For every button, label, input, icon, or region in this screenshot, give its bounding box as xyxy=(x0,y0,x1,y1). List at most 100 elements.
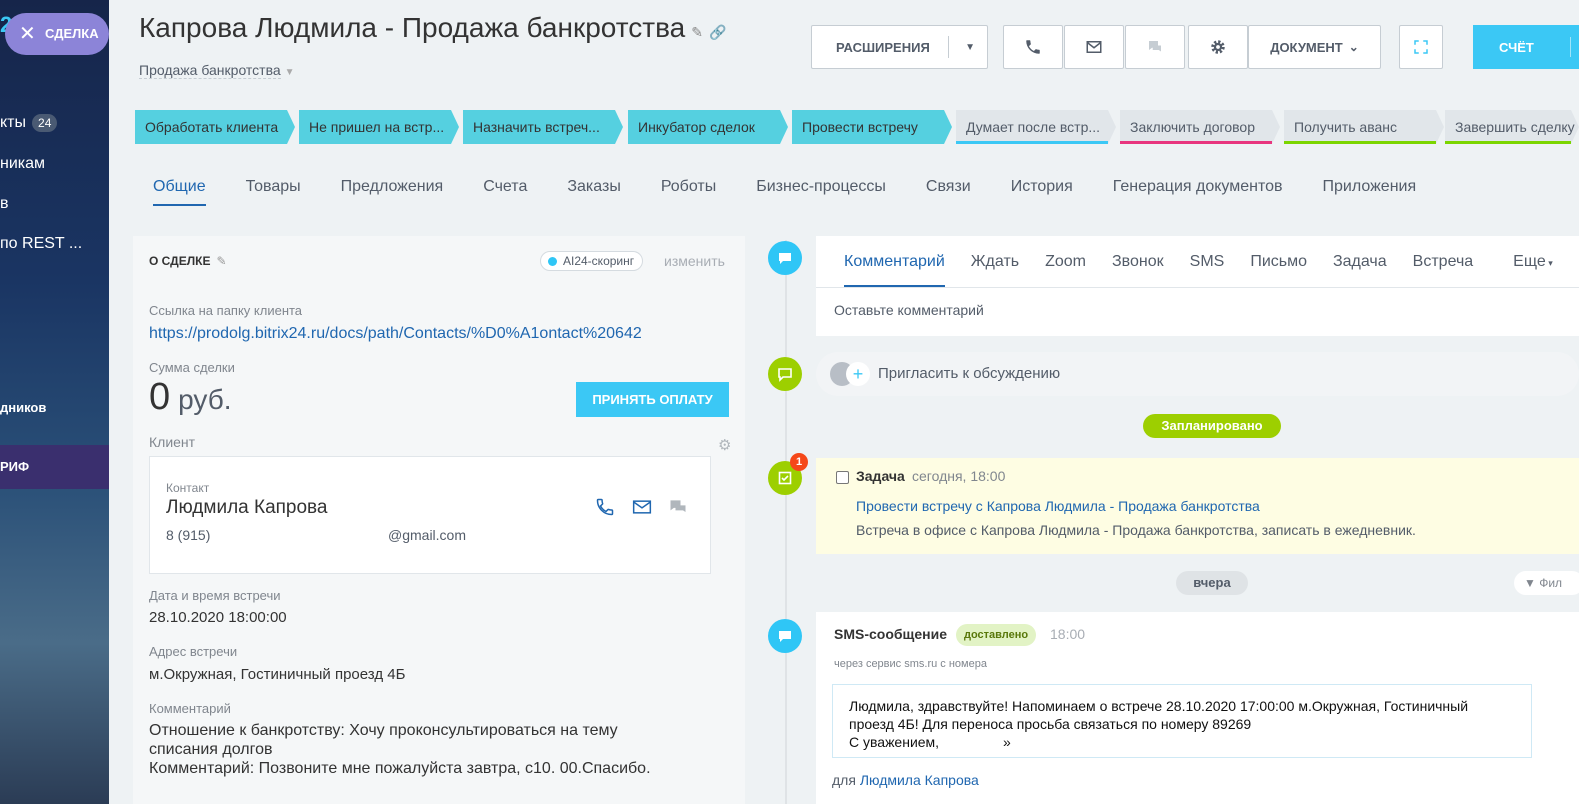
editor-tab-meeting[interactable]: Встреча xyxy=(1413,253,1474,287)
filter-icon: ▼ xyxy=(1524,576,1540,590)
stage-item[interactable]: Заключить договор xyxy=(1120,110,1280,144)
timeline-editor: Комментарий Ждать Zoom Звонок SMS Письмо… xyxy=(816,236,1579,336)
nav-item-3[interactable]: в xyxy=(0,195,9,213)
stage-item[interactable]: Завершить сделку xyxy=(1445,110,1579,144)
chat-button[interactable] xyxy=(1125,25,1185,69)
tab-apps[interactable]: Приложения xyxy=(1323,178,1417,206)
stage-label: Завершить сделку xyxy=(1455,119,1575,135)
sms-recipient: для Людмила Капрова xyxy=(832,772,979,788)
invite-to-discussion[interactable]: + Пригласить к обсуждению xyxy=(816,352,1579,396)
tab-offers[interactable]: Предложения xyxy=(341,178,444,206)
editor-tab-email[interactable]: Письмо xyxy=(1250,253,1307,287)
editor-tab-call[interactable]: Звонок xyxy=(1112,253,1164,287)
close-icon[interactable]: ✕ xyxy=(19,13,36,55)
address-label: Адрес встречи xyxy=(149,644,238,659)
extensions-button[interactable]: РАСШИРЕНИЯ ▼ xyxy=(811,25,988,69)
edit-pencil-icon[interactable]: ✎ xyxy=(216,254,226,268)
tab-history[interactable]: История xyxy=(1011,178,1073,206)
ai-badge-label: AI24-скоринг xyxy=(563,254,635,268)
stage-label: Инкубатор сделок xyxy=(638,119,755,135)
nav-item-2[interactable]: никам xyxy=(0,155,45,173)
stage-item[interactable]: Обработать клиента xyxy=(135,110,295,144)
task-checkbox[interactable] xyxy=(836,471,849,484)
stage-item[interactable]: Получить аванс xyxy=(1284,110,1444,144)
phone-icon[interactable] xyxy=(594,497,616,517)
deal-close-pill[interactable]: ✕ СДЕЛКА xyxy=(5,13,109,55)
divider xyxy=(816,287,1579,288)
gear-icon[interactable]: ⚙ xyxy=(718,436,731,454)
document-button[interactable]: ДОКУМЕНТ ⌄ xyxy=(1248,25,1381,69)
main-area: Капрова Людмила - Продажа банкротства ✎ 🔗 … xyxy=(109,0,1579,804)
sum-currency: руб. xyxy=(178,384,232,415)
address-value: м.Окружная, Гостиничный проезд 4Б xyxy=(149,666,406,683)
ai-scoring-badge[interactable]: AI24-скоринг xyxy=(540,251,644,271)
sms-time: 18:00 xyxy=(1050,626,1086,642)
stage-label: Провести встречу xyxy=(802,119,918,135)
task-time: сегодня, 18:00 xyxy=(912,468,1006,484)
stage-item[interactable]: Инкубатор сделок xyxy=(628,110,788,144)
nav-item-badge: 24 xyxy=(32,114,58,132)
nav-item-rest[interactable]: по REST ... xyxy=(0,235,82,253)
deal-pill-label: СДЕЛКА xyxy=(45,26,99,41)
contact-email[interactable]: @gmail.com xyxy=(388,527,466,543)
client-contact-box: Контакт Людмила Капрова 8 (915) @gmail.c… xyxy=(149,456,711,574)
tab-links[interactable]: Связи xyxy=(926,178,971,206)
deal-sum: 0 руб. xyxy=(149,376,232,419)
comment-circle-icon xyxy=(768,241,802,275)
task-item: Задача сегодня, 18:00 Провести встречу с… xyxy=(816,458,1579,554)
task-link[interactable]: Провести встречу с Капрова Людмила - Про… xyxy=(856,498,1260,514)
editor-tab-zoom[interactable]: Zoom xyxy=(1045,253,1086,287)
settings-button[interactable] xyxy=(1188,25,1248,69)
client-label: Клиент xyxy=(149,434,196,450)
planned-badge: Запланировано xyxy=(1143,414,1281,438)
nav-item-contacts[interactable]: кты 24 xyxy=(0,114,58,132)
editor-tab-more[interactable]: Еще ▾ xyxy=(1513,253,1553,287)
task-description: Встреча в офисе с Капрова Людмила - Прод… xyxy=(856,522,1416,538)
comment-line-2: списания долгов xyxy=(149,741,273,758)
caret-down-icon[interactable]: ▼ xyxy=(965,42,975,53)
fullscreen-button[interactable] xyxy=(1399,25,1443,69)
chat-icon[interactable] xyxy=(667,497,689,517)
mail-icon[interactable] xyxy=(631,497,653,517)
pipeline-selector[interactable]: Продажа банкротства ▼ xyxy=(139,62,295,79)
accept-payment-button[interactable]: ПРИНЯТЬ ОПЛАТУ xyxy=(576,382,729,417)
contact-phone[interactable]: 8 (915) xyxy=(166,527,210,543)
section-title: О СДЕЛКЕ ✎ xyxy=(149,254,227,268)
editor-tab-wait[interactable]: Ждать xyxy=(971,253,1019,287)
sms-message-box: Людмила, здравствуйте! Напоминаем о встр… xyxy=(832,684,1532,758)
section-title-text: О СДЕЛКЕ xyxy=(149,254,211,268)
edit-pencil-icon[interactable]: ✎ xyxy=(691,24,703,40)
link-icon[interactable]: 🔗 xyxy=(709,24,726,40)
stage-label: Не пришел на встр... xyxy=(309,119,445,135)
stage-item[interactable]: Назначить встреч... xyxy=(463,110,623,144)
tab-business-processes[interactable]: Бизнес-процессы xyxy=(756,178,886,206)
tariff-item[interactable]: РИФ xyxy=(0,445,109,489)
tab-general[interactable]: Общие xyxy=(153,178,206,206)
sms-circle-icon xyxy=(768,619,802,653)
email-button[interactable] xyxy=(1064,25,1124,69)
tab-products[interactable]: Товары xyxy=(246,178,301,206)
deal-info-card: О СДЕЛКЕ ✎ AI24-скоринг изменить Ссылка н… xyxy=(133,236,745,804)
invoice-button[interactable]: СЧЁТ xyxy=(1473,25,1579,69)
nav-item-label: кты xyxy=(0,114,27,131)
folder-link[interactable]: https://prodolg.bitrix24.ru/docs/path/Co… xyxy=(149,325,642,343)
comment-input[interactable]: Оставьте комментарий xyxy=(834,302,984,318)
stage-item[interactable]: Думает после встр... xyxy=(956,110,1116,144)
sms-recipient-link[interactable]: Людмила Капрова xyxy=(860,772,979,788)
ai-icon xyxy=(548,257,557,266)
nav-item-employees[interactable]: дников xyxy=(0,400,46,415)
tab-robots[interactable]: Роботы xyxy=(661,178,716,206)
editor-tab-comment[interactable]: Комментарий xyxy=(844,253,945,287)
filter-button[interactable]: ▼ Фил xyxy=(1514,571,1579,595)
change-link[interactable]: изменить xyxy=(664,253,725,269)
stage-item[interactable]: Не пришел на встр... xyxy=(299,110,459,144)
stage-item[interactable]: Провести встречу xyxy=(792,110,952,144)
contact-name[interactable]: Людмила Капрова xyxy=(166,497,328,519)
editor-tab-task[interactable]: Задача xyxy=(1333,253,1387,287)
call-button[interactable] xyxy=(1003,25,1063,69)
tab-doc-generation[interactable]: Генерация документов xyxy=(1113,178,1283,206)
editor-tab-sms[interactable]: SMS xyxy=(1190,253,1225,287)
chat-icon xyxy=(1149,41,1161,52)
tab-orders[interactable]: Заказы xyxy=(567,178,620,206)
tab-invoices[interactable]: Счета xyxy=(483,178,527,206)
